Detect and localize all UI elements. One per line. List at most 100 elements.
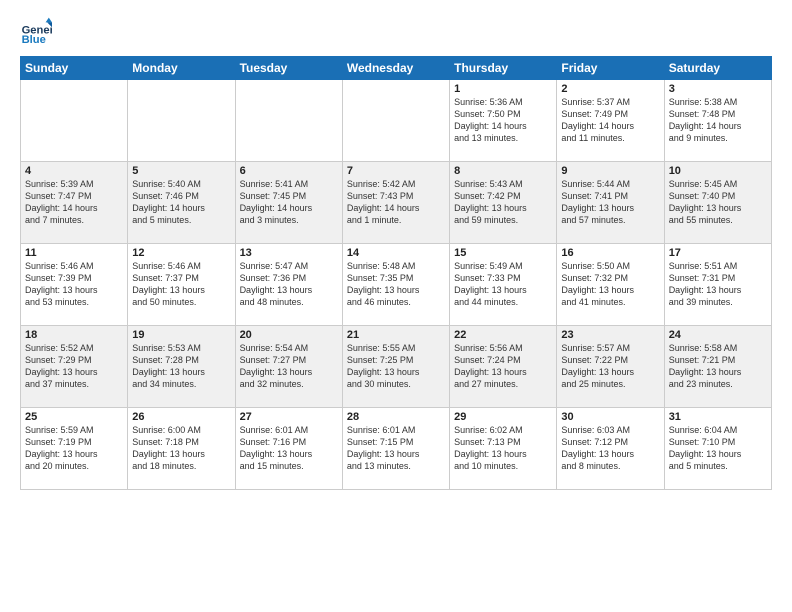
day-number: 16 [561,247,659,259]
calendar-day-1: 1Sunrise: 5:36 AM Sunset: 7:50 PM Daylig… [450,80,557,162]
svg-text:Blue: Blue [22,34,46,46]
day-info: Sunrise: 5:58 AM Sunset: 7:21 PM Dayligh… [669,342,767,391]
calendar-day-16: 16Sunrise: 5:50 AM Sunset: 7:32 PM Dayli… [557,244,664,326]
day-number: 23 [561,329,659,341]
calendar-day-21: 21Sunrise: 5:55 AM Sunset: 7:25 PM Dayli… [342,326,449,408]
day-info: Sunrise: 5:48 AM Sunset: 7:35 PM Dayligh… [347,260,445,309]
day-header-wednesday: Wednesday [342,57,449,80]
calendar-day-14: 14Sunrise: 5:48 AM Sunset: 7:35 PM Dayli… [342,244,449,326]
day-number: 27 [240,411,338,423]
day-info: Sunrise: 5:54 AM Sunset: 7:27 PM Dayligh… [240,342,338,391]
day-number: 25 [25,411,123,423]
calendar: SundayMondayTuesdayWednesdayThursdayFrid… [20,56,772,490]
calendar-header-row: SundayMondayTuesdayWednesdayThursdayFrid… [21,57,772,80]
day-info: Sunrise: 6:01 AM Sunset: 7:16 PM Dayligh… [240,424,338,473]
day-info: Sunrise: 5:59 AM Sunset: 7:19 PM Dayligh… [25,424,123,473]
day-info: Sunrise: 6:00 AM Sunset: 7:18 PM Dayligh… [132,424,230,473]
day-number: 2 [561,83,659,95]
calendar-week-2: 4Sunrise: 5:39 AM Sunset: 7:47 PM Daylig… [21,162,772,244]
calendar-day-11: 11Sunrise: 5:46 AM Sunset: 7:39 PM Dayli… [21,244,128,326]
calendar-day-28: 28Sunrise: 6:01 AM Sunset: 7:15 PM Dayli… [342,408,449,490]
day-number: 13 [240,247,338,259]
day-info: Sunrise: 5:51 AM Sunset: 7:31 PM Dayligh… [669,260,767,309]
calendar-day-empty [342,80,449,162]
calendar-day-29: 29Sunrise: 6:02 AM Sunset: 7:13 PM Dayli… [450,408,557,490]
day-info: Sunrise: 6:01 AM Sunset: 7:15 PM Dayligh… [347,424,445,473]
logo-icon: General Blue [20,16,52,48]
day-number: 4 [25,165,123,177]
day-info: Sunrise: 5:55 AM Sunset: 7:25 PM Dayligh… [347,342,445,391]
day-number: 5 [132,165,230,177]
calendar-day-27: 27Sunrise: 6:01 AM Sunset: 7:16 PM Dayli… [235,408,342,490]
calendar-day-5: 5Sunrise: 5:40 AM Sunset: 7:46 PM Daylig… [128,162,235,244]
calendar-day-30: 30Sunrise: 6:03 AM Sunset: 7:12 PM Dayli… [557,408,664,490]
calendar-day-25: 25Sunrise: 5:59 AM Sunset: 7:19 PM Dayli… [21,408,128,490]
day-number: 6 [240,165,338,177]
day-info: Sunrise: 5:46 AM Sunset: 7:39 PM Dayligh… [25,260,123,309]
day-info: Sunrise: 5:45 AM Sunset: 7:40 PM Dayligh… [669,178,767,227]
day-info: Sunrise: 5:37 AM Sunset: 7:49 PM Dayligh… [561,96,659,145]
day-info: Sunrise: 5:56 AM Sunset: 7:24 PM Dayligh… [454,342,552,391]
day-info: Sunrise: 5:43 AM Sunset: 7:42 PM Dayligh… [454,178,552,227]
day-number: 18 [25,329,123,341]
day-info: Sunrise: 5:53 AM Sunset: 7:28 PM Dayligh… [132,342,230,391]
day-number: 1 [454,83,552,95]
day-info: Sunrise: 5:57 AM Sunset: 7:22 PM Dayligh… [561,342,659,391]
day-info: Sunrise: 5:52 AM Sunset: 7:29 PM Dayligh… [25,342,123,391]
day-number: 8 [454,165,552,177]
calendar-day-8: 8Sunrise: 5:43 AM Sunset: 7:42 PM Daylig… [450,162,557,244]
day-number: 20 [240,329,338,341]
calendar-day-4: 4Sunrise: 5:39 AM Sunset: 7:47 PM Daylig… [21,162,128,244]
day-number: 28 [347,411,445,423]
day-number: 12 [132,247,230,259]
calendar-day-31: 31Sunrise: 6:04 AM Sunset: 7:10 PM Dayli… [664,408,771,490]
day-info: Sunrise: 5:39 AM Sunset: 7:47 PM Dayligh… [25,178,123,227]
day-info: Sunrise: 5:38 AM Sunset: 7:48 PM Dayligh… [669,96,767,145]
day-info: Sunrise: 5:47 AM Sunset: 7:36 PM Dayligh… [240,260,338,309]
calendar-week-5: 25Sunrise: 5:59 AM Sunset: 7:19 PM Dayli… [21,408,772,490]
calendar-day-26: 26Sunrise: 6:00 AM Sunset: 7:18 PM Dayli… [128,408,235,490]
day-header-saturday: Saturday [664,57,771,80]
day-number: 9 [561,165,659,177]
day-number: 17 [669,247,767,259]
calendar-day-18: 18Sunrise: 5:52 AM Sunset: 7:29 PM Dayli… [21,326,128,408]
day-number: 14 [347,247,445,259]
calendar-day-22: 22Sunrise: 5:56 AM Sunset: 7:24 PM Dayli… [450,326,557,408]
day-number: 26 [132,411,230,423]
calendar-day-7: 7Sunrise: 5:42 AM Sunset: 7:43 PM Daylig… [342,162,449,244]
day-header-thursday: Thursday [450,57,557,80]
calendar-day-15: 15Sunrise: 5:49 AM Sunset: 7:33 PM Dayli… [450,244,557,326]
calendar-day-3: 3Sunrise: 5:38 AM Sunset: 7:48 PM Daylig… [664,80,771,162]
calendar-day-6: 6Sunrise: 5:41 AM Sunset: 7:45 PM Daylig… [235,162,342,244]
calendar-day-10: 10Sunrise: 5:45 AM Sunset: 7:40 PM Dayli… [664,162,771,244]
calendar-day-12: 12Sunrise: 5:46 AM Sunset: 7:37 PM Dayli… [128,244,235,326]
calendar-day-empty [128,80,235,162]
day-number: 21 [347,329,445,341]
day-number: 15 [454,247,552,259]
day-header-monday: Monday [128,57,235,80]
day-number: 22 [454,329,552,341]
day-number: 31 [669,411,767,423]
calendar-day-23: 23Sunrise: 5:57 AM Sunset: 7:22 PM Dayli… [557,326,664,408]
calendar-day-13: 13Sunrise: 5:47 AM Sunset: 7:36 PM Dayli… [235,244,342,326]
day-info: Sunrise: 5:36 AM Sunset: 7:50 PM Dayligh… [454,96,552,145]
calendar-day-19: 19Sunrise: 5:53 AM Sunset: 7:28 PM Dayli… [128,326,235,408]
day-info: Sunrise: 6:02 AM Sunset: 7:13 PM Dayligh… [454,424,552,473]
calendar-day-empty [235,80,342,162]
day-info: Sunrise: 6:03 AM Sunset: 7:12 PM Dayligh… [561,424,659,473]
day-info: Sunrise: 5:46 AM Sunset: 7:37 PM Dayligh… [132,260,230,309]
calendar-week-1: 1Sunrise: 5:36 AM Sunset: 7:50 PM Daylig… [21,80,772,162]
day-info: Sunrise: 5:40 AM Sunset: 7:46 PM Dayligh… [132,178,230,227]
day-number: 30 [561,411,659,423]
calendar-week-4: 18Sunrise: 5:52 AM Sunset: 7:29 PM Dayli… [21,326,772,408]
day-info: Sunrise: 5:41 AM Sunset: 7:45 PM Dayligh… [240,178,338,227]
day-number: 29 [454,411,552,423]
day-number: 19 [132,329,230,341]
day-header-tuesday: Tuesday [235,57,342,80]
calendar-day-9: 9Sunrise: 5:44 AM Sunset: 7:41 PM Daylig… [557,162,664,244]
calendar-day-empty [21,80,128,162]
calendar-week-3: 11Sunrise: 5:46 AM Sunset: 7:39 PM Dayli… [21,244,772,326]
day-number: 11 [25,247,123,259]
day-number: 7 [347,165,445,177]
calendar-day-17: 17Sunrise: 5:51 AM Sunset: 7:31 PM Dayli… [664,244,771,326]
